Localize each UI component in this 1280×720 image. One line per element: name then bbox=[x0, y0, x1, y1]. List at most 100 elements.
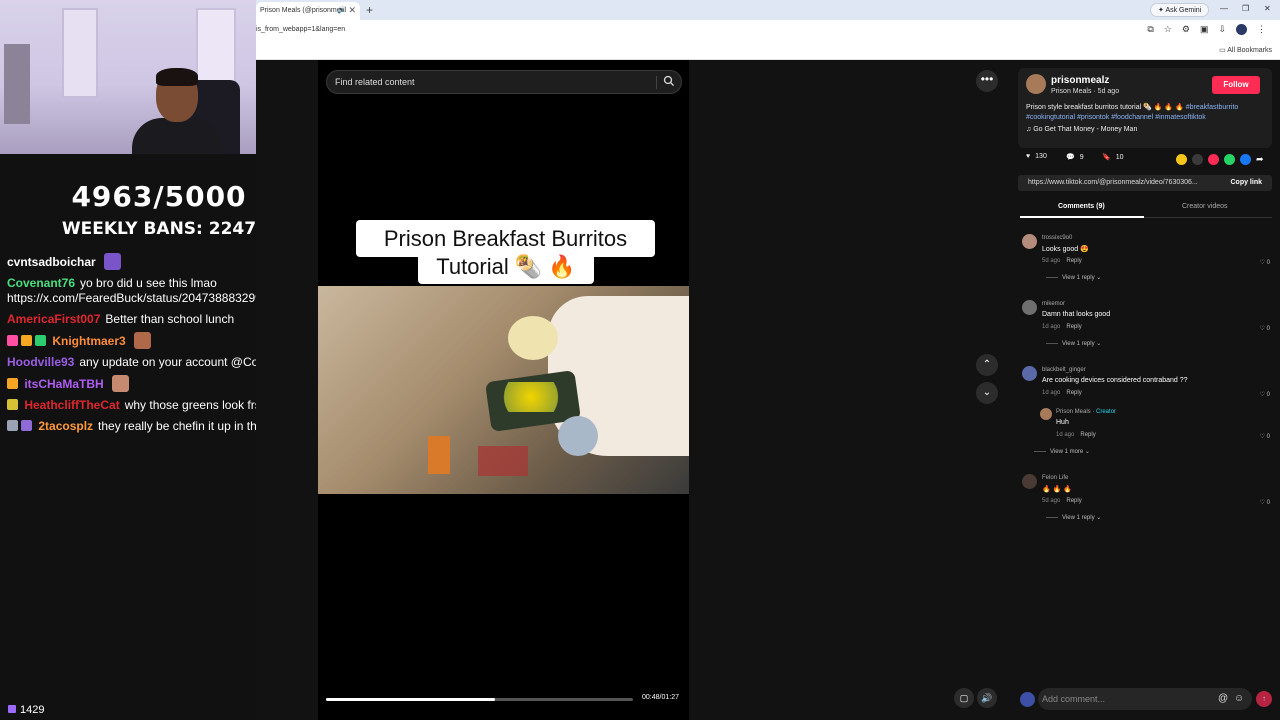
cast-icon[interactable]: ⧉ bbox=[1147, 24, 1153, 35]
video-progress-bar[interactable] bbox=[326, 698, 633, 701]
video-link[interactable]: https://www.tiktok.com/@prisonmealz/vide… bbox=[1028, 179, 1198, 186]
chat-username: cvntsadboichar bbox=[7, 255, 96, 269]
minimize-icon[interactable]: — bbox=[1220, 4, 1228, 13]
reply-button[interactable]: Reply bbox=[1066, 258, 1081, 264]
live-icon bbox=[8, 705, 16, 713]
facebook-icon[interactable] bbox=[1240, 154, 1251, 165]
repost-icon[interactable] bbox=[1176, 154, 1187, 165]
comment-like[interactable]: ♡ 0 bbox=[1260, 325, 1270, 332]
copy-link-button[interactable]: Copy link bbox=[1230, 179, 1262, 186]
bookmark-star-icon[interactable]: ☆ bbox=[1164, 24, 1172, 35]
view-replies-button[interactable]: View 1 reply ⌄ bbox=[1046, 340, 1101, 347]
next-video-button[interactable]: ⌄ bbox=[976, 382, 998, 404]
share-arrow-icon[interactable]: ➦ bbox=[1256, 154, 1267, 165]
commenter-avatar[interactable] bbox=[1022, 366, 1037, 381]
more-options-button[interactable]: ••• bbox=[976, 70, 998, 92]
whatsapp-icon[interactable] bbox=[1224, 154, 1235, 165]
comment-meta: 5d ago Reply bbox=[1042, 498, 1082, 504]
send-to-friends-icon[interactable] bbox=[1208, 154, 1219, 165]
view-more-button[interactable]: View 1 more ⌄ bbox=[1034, 448, 1090, 455]
comment-age: 1d ago bbox=[1056, 432, 1075, 438]
comment-composer: Add comment... @ ☺ ↑ bbox=[1008, 688, 1280, 710]
commenter-avatar[interactable] bbox=[1022, 300, 1037, 315]
bookmarks-bar: ▭ All Bookmarks bbox=[256, 42, 1280, 60]
commenter-name[interactable]: Prison Meals · Creator bbox=[1056, 409, 1116, 415]
search-icon[interactable] bbox=[663, 75, 675, 87]
webcam-shelf bbox=[4, 44, 30, 124]
view-replies-label: View 1 reply bbox=[1062, 515, 1095, 521]
emoji-icon[interactable]: ☺ bbox=[1234, 693, 1244, 704]
close-tab-icon[interactable]: ✕ bbox=[348, 5, 356, 16]
view-replies-button[interactable]: View 1 reply ⌄ bbox=[1046, 274, 1101, 281]
chat-text: why those greens look frsh? bbox=[124, 398, 275, 413]
tab-comments[interactable]: Comments (9) bbox=[1058, 203, 1105, 210]
view-replies-button[interactable]: View 1 reply ⌄ bbox=[1046, 514, 1101, 521]
ask-gemini-button[interactable]: ✦ Ask Gemini bbox=[1150, 3, 1210, 17]
comment-stat[interactable]: 💬 9 bbox=[1066, 153, 1084, 162]
comment-like[interactable]: ♡ 0 bbox=[1260, 259, 1270, 266]
maximize-icon[interactable]: ❐ bbox=[1242, 4, 1249, 13]
reply-button[interactable]: Reply bbox=[1066, 498, 1081, 504]
comment-like-count: 0 bbox=[1266, 434, 1270, 440]
download-icon[interactable]: ⇩ bbox=[1218, 24, 1226, 35]
comment-like[interactable]: ♡ 0 bbox=[1260, 499, 1270, 506]
comment-like-count: 0 bbox=[1266, 260, 1270, 266]
author-handle[interactable]: prisonmealz bbox=[1051, 75, 1109, 86]
commenter-avatar[interactable] bbox=[1022, 474, 1037, 489]
close-window-icon[interactable]: ✕ bbox=[1264, 4, 1271, 13]
tab-creator-videos[interactable]: Creator videos bbox=[1182, 203, 1228, 210]
commenter-name[interactable]: trossixc9o0 bbox=[1042, 235, 1072, 241]
comment-count: 9 bbox=[1079, 153, 1084, 161]
badge-icon bbox=[7, 377, 18, 389]
commenter-name[interactable]: blackbelt_ginger bbox=[1042, 367, 1086, 373]
comment-age: 1d ago bbox=[1042, 324, 1061, 330]
music-link[interactable]: ♫ Go Get That Money - Money Man bbox=[1026, 126, 1137, 133]
comment-like[interactable]: ♡ 0 bbox=[1260, 433, 1270, 440]
chat-username: 2tacosplz bbox=[38, 419, 94, 434]
speaker-icon[interactable]: 🔊 bbox=[337, 6, 346, 14]
sidebar-icon[interactable]: ▣ bbox=[1200, 24, 1209, 35]
like-count: 130 bbox=[1035, 153, 1047, 160]
like-stat[interactable]: ♥ 130 bbox=[1026, 153, 1047, 160]
floating-player-icon[interactable]: ▢ bbox=[954, 688, 974, 708]
follow-button[interactable]: Follow bbox=[1212, 76, 1260, 94]
streamer-hair bbox=[156, 68, 198, 86]
video-eggs bbox=[496, 382, 566, 412]
subscriber-badge-icon bbox=[7, 334, 18, 346]
author-avatar[interactable] bbox=[1026, 74, 1046, 94]
address-bar: is_from_webapp=1&lang=en ⧉ ☆ ⚙ ▣ ⇩ ⋮ bbox=[256, 20, 1280, 42]
send-comment-button[interactable]: ↑ bbox=[1256, 691, 1272, 707]
chat-text: they really be chefin it up in there bbox=[98, 419, 275, 434]
video-link-row: https://www.tiktok.com/@prisonmealz/vide… bbox=[1018, 175, 1272, 191]
reply-button[interactable]: Reply bbox=[1080, 432, 1095, 438]
commenter-avatar[interactable] bbox=[1040, 408, 1052, 420]
emote-icon bbox=[103, 253, 121, 270]
reply-button[interactable]: Reply bbox=[1066, 390, 1081, 396]
profile-avatar[interactable] bbox=[1236, 24, 1247, 35]
volume-icon[interactable]: 🔊 bbox=[977, 688, 997, 708]
extensions-icon[interactable]: ⚙ bbox=[1182, 24, 1190, 35]
video-player[interactable]: Prison Breakfast Burritos Tutorial 🌯 🔥 bbox=[318, 60, 689, 720]
embed-icon[interactable] bbox=[1192, 154, 1203, 165]
view-replies-label: View 1 reply bbox=[1062, 341, 1095, 347]
previous-video-button[interactable]: ⌃ bbox=[976, 354, 998, 376]
new-tab-button[interactable]: + bbox=[366, 3, 373, 17]
commenter-avatar[interactable] bbox=[1022, 234, 1037, 249]
url-text[interactable]: is_from_webapp=1&lang=en bbox=[256, 26, 345, 33]
comment-like-count: 0 bbox=[1266, 392, 1270, 398]
search-placeholder: Find related content bbox=[335, 77, 415, 87]
browser-chrome: Prison Meals (@prisonmeal 🔊 ✕ + ✦ Ask Ge… bbox=[256, 0, 1280, 60]
badge-icon bbox=[7, 420, 18, 432]
browser-tab[interactable]: Prison Meals (@prisonmeal 🔊 ✕ bbox=[256, 2, 360, 20]
search-input[interactable]: Find related content bbox=[326, 70, 682, 94]
menu-icon[interactable]: ⋮ bbox=[1257, 24, 1266, 35]
comment-like[interactable]: ♡ 0 bbox=[1260, 391, 1270, 398]
all-bookmarks[interactable]: ▭ All Bookmarks bbox=[1219, 46, 1272, 54]
reply-button[interactable]: Reply bbox=[1066, 324, 1081, 330]
mention-icon[interactable]: @ bbox=[1218, 693, 1228, 704]
comment-text: Huh bbox=[1056, 419, 1069, 426]
commenter-name[interactable]: Felon Life bbox=[1042, 475, 1068, 481]
save-stat[interactable]: 🔖 10 bbox=[1102, 153, 1124, 162]
comment-like-count: 0 bbox=[1266, 326, 1270, 332]
commenter-name[interactable]: mikemor bbox=[1042, 301, 1065, 307]
